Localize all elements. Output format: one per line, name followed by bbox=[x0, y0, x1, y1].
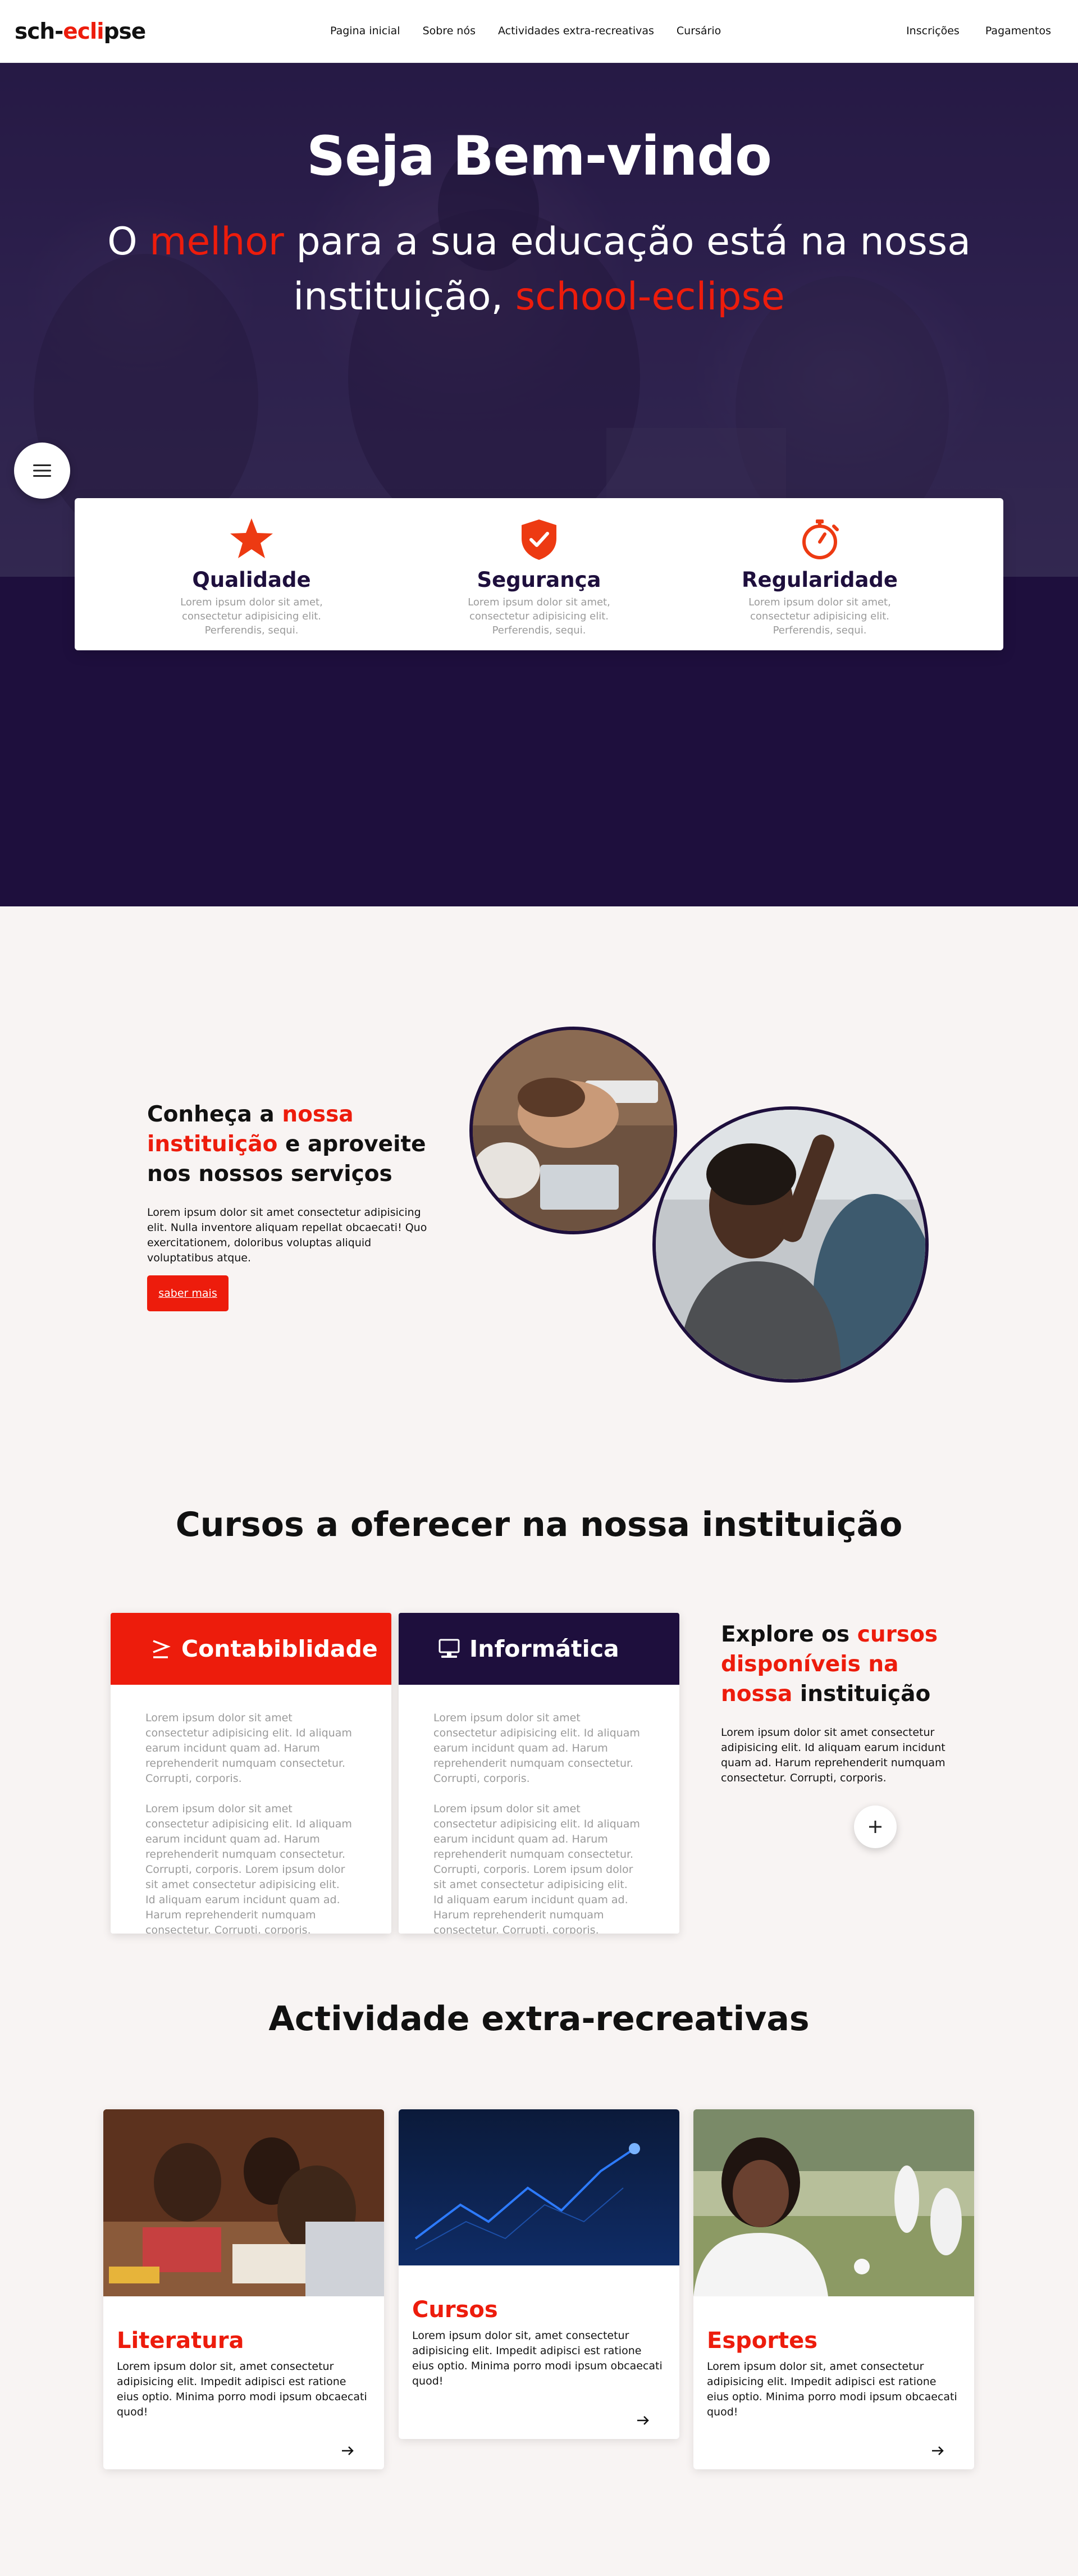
activity-card-courses[interactable]: Cursos Lorem ipsum dolor sit, amet conse… bbox=[399, 2109, 679, 2439]
course-card-header: Informática bbox=[399, 1613, 679, 1685]
course-card-text: Lorem ipsum dolor sit amet consectetur a… bbox=[145, 1803, 352, 1934]
plus-icon bbox=[869, 1821, 881, 1833]
nav-link-home[interactable]: Pagina inicial bbox=[330, 25, 400, 37]
course-card-text: Lorem ipsum dolor sit amet consectetur a… bbox=[433, 1712, 640, 1785]
hands-photo bbox=[473, 1030, 674, 1231]
arrow-right-icon[interactable] bbox=[930, 2443, 945, 2458]
logo-part-1: sch- bbox=[15, 19, 63, 44]
activity-card-body: Cursos Lorem ipsum dolor sit, amet conse… bbox=[399, 2265, 679, 2389]
shield-check-icon bbox=[522, 519, 556, 560]
course-card-title: Contabiblidade bbox=[181, 1635, 378, 1662]
explore-courses-title: Explore os cursos disponíveis na nossa i… bbox=[721, 1620, 957, 1709]
about-text: Lorem ipsum dolor sit amet consectetur a… bbox=[147, 1206, 427, 1264]
activities-section-title: Actividade extra-recreativas bbox=[268, 1999, 810, 2039]
courses-section-title: Cursos a oferecer na nossa instituição bbox=[175, 1505, 903, 1544]
star-icon bbox=[230, 518, 273, 558]
hamburger-icon bbox=[33, 464, 51, 477]
nav-link-about[interactable]: Sobre nós bbox=[423, 25, 476, 37]
logo-part-3: pse bbox=[103, 19, 147, 44]
hero-subtitle: O melhor para a sua educação está na nos… bbox=[101, 215, 977, 325]
stopwatch-icon bbox=[802, 519, 839, 559]
activity-card-text: Lorem ipsum dolor sit, amet consectetur … bbox=[117, 2360, 367, 2418]
hero-subtitle-part: O bbox=[107, 220, 150, 264]
course-card-text: Lorem ipsum dolor sit amet consectetur a… bbox=[433, 1803, 640, 1934]
sports-photo bbox=[693, 2109, 974, 2296]
logo-part-2: ecli bbox=[63, 19, 104, 44]
activity-card-title: Literatura bbox=[117, 2328, 244, 2354]
more-courses-button[interactable] bbox=[854, 1806, 897, 1848]
about-image-student bbox=[652, 1106, 929, 1383]
activity-card-title: Cursos bbox=[412, 2297, 498, 2323]
feature-quality: Qualidade Lorem ipsum dolor sit amet, co… bbox=[134, 515, 369, 637]
nav-right-links: Inscrições Pagamentos bbox=[880, 25, 1051, 37]
course-card-body: Lorem ipsum dolor sit amet consectetur a… bbox=[111, 1685, 391, 1934]
nav-link-courses[interactable]: Cursário bbox=[677, 25, 721, 37]
courses-chart-photo bbox=[399, 2109, 679, 2265]
nav-link-enrollments[interactable]: Inscrições bbox=[906, 25, 960, 37]
literature-photo bbox=[103, 2109, 384, 2296]
activity-card-body: Esportes Lorem ipsum dolor sit, amet con… bbox=[693, 2296, 974, 2420]
feature-title: Segurança bbox=[477, 568, 601, 592]
feature-title: Qualidade bbox=[192, 568, 311, 592]
student-photo bbox=[656, 1110, 925, 1379]
feature-text: Lorem ipsum dolor sit amet, consectetur … bbox=[748, 596, 891, 636]
feature-security: Segurança Lorem ipsum dolor sit amet, co… bbox=[421, 515, 657, 637]
course-card-header: Contabiblidade bbox=[111, 1613, 391, 1685]
computer-icon bbox=[438, 1639, 460, 1658]
hero-title: Seja Bem-vindo bbox=[306, 125, 772, 188]
courses-image bbox=[399, 2109, 679, 2265]
feature-regularity: Regularidade Lorem ipsum dolor sit amet,… bbox=[702, 515, 938, 637]
about-title: Conheça a nossa instituição e aproveite … bbox=[147, 1100, 450, 1189]
activity-card-literature[interactable]: Literatura Lorem ipsum dolor sit, amet c… bbox=[103, 2109, 384, 2469]
activity-card-sports[interactable]: Esportes Lorem ipsum dolor sit, amet con… bbox=[693, 2109, 974, 2469]
course-card-text: Lorem ipsum dolor sit amet consectetur a… bbox=[145, 1712, 352, 1785]
literature-image bbox=[103, 2109, 384, 2296]
arrow-right-icon[interactable] bbox=[636, 2413, 650, 2428]
hero-subtitle-highlight: melhor bbox=[149, 220, 284, 264]
hero-subtitle-highlight: school-eclipse bbox=[515, 275, 785, 319]
course-card-body: Lorem ipsum dolor sit amet consectetur a… bbox=[399, 1685, 679, 1934]
greater-equal-icon bbox=[153, 1640, 171, 1658]
nav-link-activities[interactable]: Actividades extra-recreativas bbox=[498, 25, 654, 37]
menu-toggle-button[interactable] bbox=[14, 443, 70, 499]
explore-title-part: instituição bbox=[792, 1681, 931, 1707]
arrow-right-icon[interactable] bbox=[340, 2443, 355, 2458]
nav-links: Pagina inicial Sobre nós Actividades ext… bbox=[330, 25, 743, 37]
feature-title: Regularidade bbox=[741, 568, 898, 592]
feature-text: Lorem ipsum dolor sit amet, consectetur … bbox=[468, 596, 610, 636]
site-logo[interactable]: sch-eclipse bbox=[15, 19, 147, 44]
about-image-hands bbox=[469, 1027, 677, 1234]
explore-title-part: Explore os bbox=[721, 1622, 857, 1647]
top-navbar: sch-eclipse Pagina inicial Sobre nós Act… bbox=[0, 0, 1078, 63]
course-card-title: Informática bbox=[469, 1635, 619, 1662]
course-card-informatics[interactable]: Informática Lorem ipsum dolor sit amet c… bbox=[399, 1613, 679, 1934]
learn-more-button[interactable]: saber mais bbox=[147, 1275, 229, 1311]
course-card-accounting[interactable]: Contabiblidade Lorem ipsum dolor sit ame… bbox=[111, 1613, 391, 1934]
explore-courses-text: Lorem ipsum dolor sit amet consectetur a… bbox=[721, 1726, 945, 1784]
feature-text: Lorem ipsum dolor sit amet, consectetur … bbox=[180, 596, 323, 636]
activity-card-text: Lorem ipsum dolor sit, amet consectetur … bbox=[707, 2360, 957, 2418]
sports-image bbox=[693, 2109, 974, 2296]
activity-card-title: Esportes bbox=[707, 2328, 818, 2354]
activity-card-body: Literatura Lorem ipsum dolor sit, amet c… bbox=[103, 2296, 384, 2420]
activity-card-text: Lorem ipsum dolor sit, amet consectetur … bbox=[412, 2329, 663, 2387]
features-card: Qualidade Lorem ipsum dolor sit amet, co… bbox=[75, 498, 1003, 650]
about-title-part: Conheça a bbox=[147, 1102, 282, 1127]
nav-link-payments[interactable]: Pagamentos bbox=[985, 25, 1051, 37]
